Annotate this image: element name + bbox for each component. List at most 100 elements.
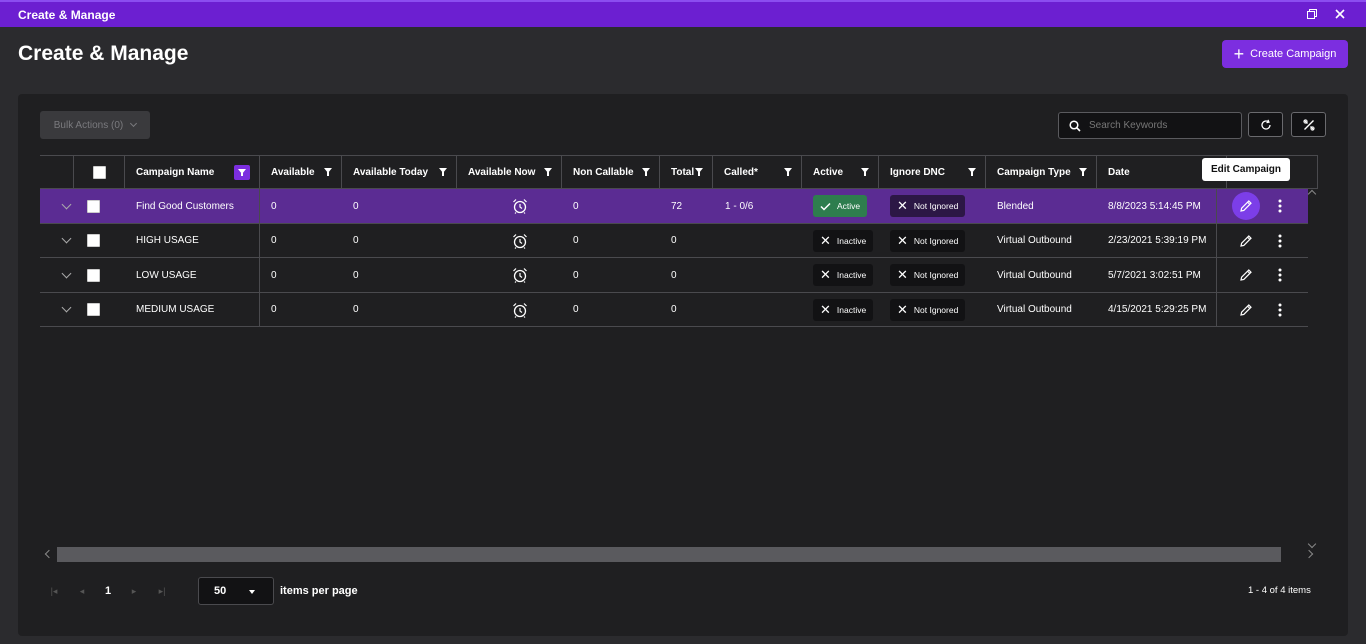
campaign-name: HIGH USAGE: [136, 235, 199, 246]
close-icon: ✕: [820, 267, 831, 282]
expand-row-toggle[interactable]: [52, 293, 72, 327]
close-icon[interactable]: [1332, 7, 1348, 23]
tools-icon: [1302, 118, 1315, 131]
expand-row-toggle[interactable]: [52, 189, 72, 223]
horizontal-scrollbar[interactable]: [40, 546, 1318, 563]
scroll-left-icon[interactable]: [44, 549, 54, 559]
available-today: 0: [353, 304, 359, 315]
more-vertical-icon: [1278, 303, 1282, 316]
select-all-checkbox[interactable]: [92, 166, 106, 179]
pencil-icon: [1240, 200, 1252, 212]
row-checkbox-cell: [76, 293, 100, 327]
col-available[interactable]: Available: [260, 156, 342, 189]
select-all-header: [74, 156, 125, 189]
col-total-label: Total: [671, 167, 695, 178]
col-non-callable-label: Non Callable: [573, 167, 634, 178]
more-menu-button[interactable]: [1268, 293, 1292, 327]
row-checkbox[interactable]: [87, 234, 100, 247]
available: 0: [271, 269, 277, 281]
alarm-clock-icon[interactable]: [501, 189, 528, 223]
column-divider: [1216, 258, 1217, 292]
page-number[interactable]: 1: [96, 585, 120, 597]
col-ignore-dnc[interactable]: Ignore DNC: [879, 156, 986, 189]
status-badge: ✕ Inactive: [813, 298, 874, 321]
col-non-callable[interactable]: Non Callable: [562, 156, 660, 189]
col-available-today[interactable]: Available Today: [342, 156, 457, 189]
alarm-clock-icon[interactable]: [501, 258, 528, 292]
table-row[interactable]: MEDIUM USAGE 0 0 0 0 ✕ Inactive ✕ Not Ig…: [40, 292, 1308, 327]
scroll-up-icon[interactable]: [1307, 189, 1317, 199]
refresh-icon: [1260, 119, 1271, 130]
col-called[interactable]: Called*: [713, 156, 802, 189]
refresh-button[interactable]: [1248, 112, 1283, 137]
horizontal-scroll-thumb[interactable]: [57, 547, 1281, 562]
filter-icon[interactable]: [439, 168, 447, 176]
row-checkbox[interactable]: [87, 268, 100, 282]
filter-icon[interactable]: [968, 168, 976, 176]
more-menu-button[interactable]: [1268, 189, 1292, 223]
edit-campaign-button[interactable]: [1231, 189, 1261, 223]
col-called-label: Called*: [724, 167, 758, 178]
date: 2/23/2021 5:39:19 PM: [1108, 235, 1207, 246]
col-campaign-name-label: Campaign Name: [136, 167, 215, 178]
table-row[interactable]: Find Good Customers 0 0 0 72 1 - 0/6 Act…: [40, 189, 1308, 224]
col-active[interactable]: Active: [802, 156, 879, 189]
col-available-label: Available: [271, 167, 315, 178]
dnc-label: Not Ignored: [913, 201, 959, 211]
table-row[interactable]: HIGH USAGE 0 0 0 0 ✕ Inactive ✕ Not Igno…: [40, 223, 1308, 258]
tools-button[interactable]: [1291, 112, 1326, 137]
search-input[interactable]: [1089, 120, 1229, 131]
table-row[interactable]: LOW USAGE 0 0 0 0 ✕ Inactive ✕ Not Ignor…: [40, 258, 1308, 293]
expand-row-toggle[interactable]: [52, 224, 72, 258]
filter-icon[interactable]: [784, 168, 792, 176]
items-count: 1 - 4 of 4 items: [1248, 585, 1311, 596]
filter-active-icon[interactable]: [234, 165, 250, 180]
campaign-type: Blended: [997, 200, 1034, 212]
filter-icon[interactable]: [1079, 168, 1087, 176]
total: 0: [671, 304, 677, 315]
edit-campaign-button[interactable]: [1231, 224, 1261, 258]
row-checkbox-cell: [76, 258, 100, 292]
row-checkbox-cell: [76, 189, 100, 223]
campaign-type: Virtual Outbound: [997, 304, 1072, 315]
prev-page-icon[interactable]: ◂: [68, 586, 96, 597]
edit-campaign-button[interactable]: [1231, 258, 1261, 292]
restore-icon[interactable]: [1304, 7, 1320, 23]
create-campaign-button[interactable]: + Create Campaign: [1222, 40, 1348, 68]
row-checkbox[interactable]: [87, 199, 100, 213]
col-campaign-name[interactable]: Campaign Name: [125, 156, 260, 189]
filter-icon[interactable]: [544, 168, 552, 176]
status-label: Inactive: [836, 235, 867, 246]
first-page-icon[interactable]: |◂: [40, 586, 68, 597]
pager: |◂ ◂ 1 ▸ ▸| 50 items per page: [40, 577, 358, 605]
last-page-icon[interactable]: ▸|: [148, 586, 176, 597]
more-menu-button[interactable]: [1268, 224, 1292, 258]
non-callable: 0: [573, 269, 579, 281]
ignore-dnc-cell: ✕ Not Ignored: [879, 293, 966, 327]
edit-campaign-button[interactable]: [1231, 293, 1261, 327]
col-campaign-type[interactable]: Campaign Type: [986, 156, 1097, 189]
available: 0: [271, 235, 277, 246]
expand-row-toggle[interactable]: [52, 258, 72, 292]
alarm-clock-icon[interactable]: [501, 224, 528, 258]
window-titlebar: Create & Manage: [0, 0, 1366, 27]
col-total[interactable]: Total: [660, 156, 713, 189]
vertical-scrollbar[interactable]: [1307, 189, 1318, 549]
total: 0: [671, 269, 677, 281]
row-checkbox[interactable]: [87, 303, 100, 316]
more-menu-button[interactable]: [1268, 258, 1292, 292]
filter-icon[interactable]: [861, 168, 869, 176]
next-page-icon[interactable]: ▸: [120, 586, 148, 597]
filter-icon[interactable]: [324, 168, 332, 176]
bulk-actions-button[interactable]: Bulk Actions (0): [40, 111, 150, 139]
scroll-right-icon[interactable]: [1304, 549, 1314, 559]
search-box[interactable]: [1058, 112, 1242, 139]
available: 0: [271, 304, 277, 315]
filter-icon[interactable]: [695, 168, 703, 176]
filter-icon[interactable]: [642, 168, 650, 176]
alarm-clock-icon[interactable]: [501, 293, 528, 327]
col-available-now[interactable]: Available Now: [457, 156, 562, 189]
dnc-badge: ✕ Not Ignored: [890, 298, 966, 321]
date: 5/7/2021 3:02:51 PM: [1108, 269, 1201, 281]
page-size-select[interactable]: 50: [198, 577, 274, 605]
